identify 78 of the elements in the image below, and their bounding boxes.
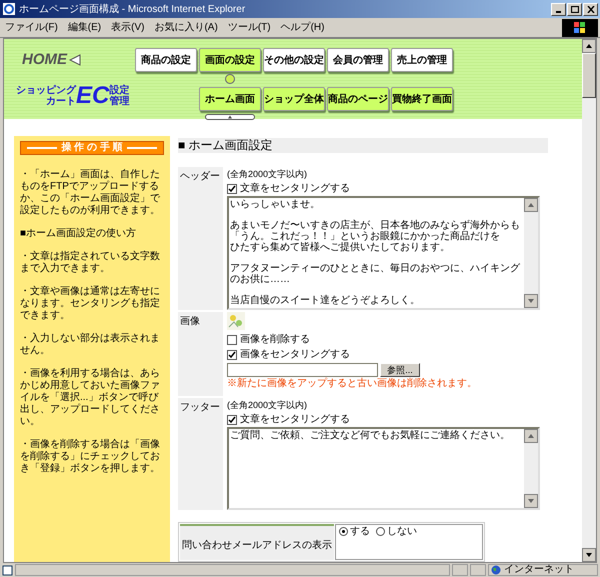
browser-icon xyxy=(2,2,16,16)
menu-item[interactable]: 編集(E) xyxy=(62,20,106,35)
sub-nav-tab[interactable]: ホーム画面 xyxy=(199,87,261,111)
zone-text: インターネット xyxy=(504,565,574,575)
sub-nav-tab[interactable]: ショップ全体 xyxy=(263,87,325,111)
text-line: ご質問、ご依頼、ご注文など何でもお気軽にご連絡ください。 xyxy=(230,430,511,441)
text-line: あまいモノだ〜いすきの店主が、日本各地のみならず海外からも xyxy=(230,220,521,231)
text-line: いらっしゃいませ。 xyxy=(230,199,321,210)
menu-item[interactable]: 表示(V) xyxy=(106,20,150,35)
scroll-thumb[interactable] xyxy=(582,53,596,98)
maximize-icon xyxy=(570,6,578,12)
file-path-field[interactable] xyxy=(227,363,378,377)
image-thumbnail-icon xyxy=(227,312,245,330)
field-label: 問い合わせメールアドレスの表示 xyxy=(180,524,334,560)
status-pane xyxy=(470,564,486,576)
page-icon xyxy=(2,564,13,576)
radio-button[interactable] xyxy=(376,527,385,536)
radio-label: する xyxy=(350,526,370,538)
down-arrow-icon xyxy=(528,499,534,503)
instruction-text: ・文章は指定されている文字数まで入力できます。 xyxy=(20,251,161,275)
menu-item[interactable]: お気に入り(A) xyxy=(149,20,223,35)
length-note: (全角2000文字以内) xyxy=(227,399,308,412)
throbber-logo xyxy=(562,18,598,36)
text-line: 当店自慢のスイート達をどうぞよろしく。 xyxy=(230,295,421,306)
browse-button[interactable]: 参照... xyxy=(380,363,420,377)
instruction-text: ■ホーム画面設定の使い方 xyxy=(20,228,138,240)
window-title: ホームページ画面構成 - Microsoft Internet Explorer xyxy=(19,2,246,16)
sub-nav-tab[interactable]: 買物終了画面 xyxy=(391,87,453,111)
checkbox[interactable] xyxy=(227,414,237,424)
left-triangle-icon xyxy=(69,54,81,66)
instructions-title: 操 作 の 手 順 xyxy=(20,141,164,155)
up-arrow-icon xyxy=(586,44,592,48)
checkbox-label: 画像をセンタリングする xyxy=(240,348,350,362)
vertical-scrollbar[interactable] xyxy=(582,39,596,562)
minimize-button[interactable] xyxy=(551,2,566,16)
warning-text: ※新たに画像をアップすると古い画像は削除されます。 xyxy=(227,377,478,391)
up-arrow-icon xyxy=(528,203,534,207)
checkbox[interactable] xyxy=(227,334,237,344)
menu-item[interactable]: ファイル(F) xyxy=(0,20,63,35)
text-line: 「うん。これだっ！！」というお眼鏡にかかった商品だけを xyxy=(230,231,501,242)
checkbox[interactable] xyxy=(227,350,237,360)
up-arrow-icon xyxy=(528,434,534,438)
sub-nav-tab[interactable]: 商品のページ xyxy=(327,87,389,111)
checkbox-label: 文章をセンタリングする xyxy=(240,412,350,427)
text-line: アフタヌーンティーのひとときに、毎日のおやつに、ハイキングのお供に…… xyxy=(230,263,521,285)
home-link[interactable]: HOME xyxy=(22,49,67,72)
scroll-up-button[interactable] xyxy=(582,39,596,53)
close-icon xyxy=(586,6,594,12)
radio-label: しない xyxy=(387,526,417,538)
menu-item[interactable]: ツール(T) xyxy=(222,20,276,35)
globe-icon xyxy=(491,565,501,575)
field-label: フッター xyxy=(178,398,223,510)
instruction-text: ・画像を削除する場合は「画像を削除する」にチェックしておき「登録」ボタンを押します。 xyxy=(20,439,161,475)
maximize-button[interactable] xyxy=(567,2,582,16)
nav-tab[interactable]: 画面の設定 xyxy=(199,48,261,72)
text-line: ひたすら集めて皆様へご提供いたしております。 xyxy=(230,242,451,253)
nav-tab[interactable]: 会員の管理 xyxy=(327,48,389,72)
instruction-text: ・文章や画像は通常は左寄せになります。センタリングも指定できます。 xyxy=(20,286,161,322)
checkbox-label: 画像を削除する xyxy=(240,332,310,347)
menu-item[interactable]: ヘルプ(H) xyxy=(276,20,330,35)
checkbox-label: 文章をセンタリングする xyxy=(240,182,350,196)
instruction-text: ・「ホーム」画面は、自作したものをFTPでアップロードするか、この「ホーム画面設定」で設定したものが利用できます。 xyxy=(20,169,161,217)
checkbox[interactable] xyxy=(227,184,237,194)
nav-tab[interactable]: 商品の設定 xyxy=(135,48,197,72)
close-button[interactable] xyxy=(583,2,598,16)
instruction-text: ・画像を利用する場合は、あらかじめ用意しておいた画像ファイルを「選択...」ボタンで呼び出し、アップロードしてください。 xyxy=(20,368,161,428)
field-label: 画像 xyxy=(178,312,223,396)
scroll-down-button[interactable] xyxy=(582,548,596,562)
radio-button[interactable] xyxy=(339,527,348,536)
field-label: ヘッダー xyxy=(178,167,223,310)
instruction-text: ・入力しない部分は表示されません。 xyxy=(20,333,161,357)
nav-tab[interactable]: その他の設定 xyxy=(263,48,325,72)
section-title: ■ ホーム画面設定 xyxy=(178,138,548,153)
status-pane xyxy=(452,564,468,576)
down-arrow-icon xyxy=(586,553,592,557)
down-arrow-icon xyxy=(528,299,534,303)
length-note: (全角2000文字以内) xyxy=(227,168,308,181)
nav-tab[interactable]: 売上の管理 xyxy=(391,48,453,72)
